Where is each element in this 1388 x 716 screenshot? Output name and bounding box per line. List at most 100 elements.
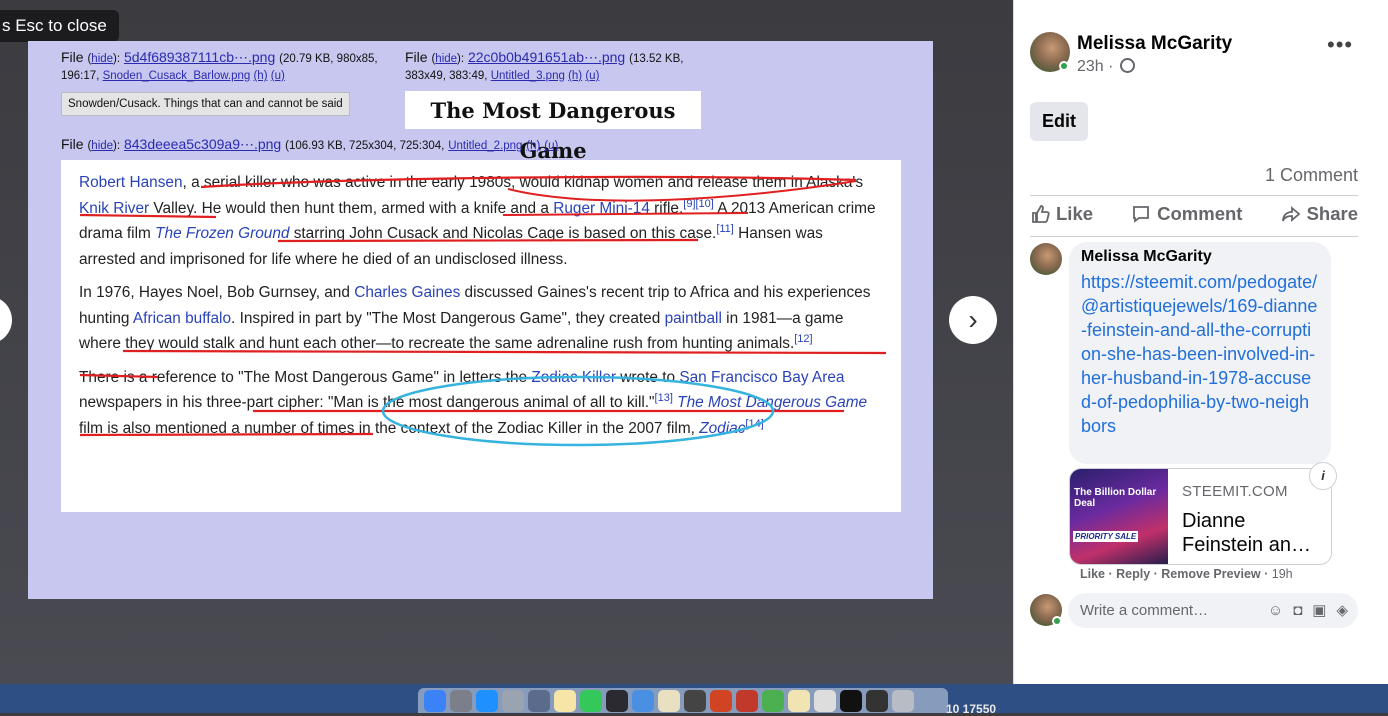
article-link: Zodiac <box>699 419 746 437</box>
emoji-icon[interactable]: ☺ <box>1268 593 1283 628</box>
post-author[interactable]: Melissa McGarity <box>1077 33 1232 55</box>
previous-photo-button[interactable]: ‹ <box>0 296 12 344</box>
divider <box>1030 236 1358 237</box>
file-line-2: File (hide): 22c0b0b491651ab⋯.png (13.52… <box>405 49 684 65</box>
notes-icon[interactable] <box>554 689 576 712</box>
sticker-icon[interactable]: ◈ <box>1336 593 1348 628</box>
article-link: Ruger Mini-14 <box>553 199 650 217</box>
article-text: In 1976, Hayes Noel, Bob Gurnsey, and <box>79 284 355 301</box>
comment-bubble: Melissa McGarity https://steemit.com/ped… <box>1069 242 1331 464</box>
article-text: . Inspired in part by "The Most Dangerou… <box>231 309 665 327</box>
comment-meta: Like · Reply · Remove Preview · 19h <box>1080 567 1293 581</box>
trash-icon[interactable] <box>892 689 914 712</box>
comment-like-link[interactable]: Like <box>1080 567 1105 581</box>
messages-icon[interactable] <box>580 689 602 712</box>
hide-link: hide <box>91 140 114 152</box>
citation: [12] <box>794 332 813 345</box>
edit-button[interactable]: Edit <box>1030 102 1088 141</box>
finder-icon[interactable] <box>424 689 446 712</box>
display-icon[interactable] <box>866 689 888 712</box>
comment-author[interactable]: Melissa McGarity <box>1081 247 1319 267</box>
file-label: File <box>61 136 84 152</box>
post-actions: Like Comment Share <box>1030 203 1358 225</box>
chat-icon[interactable] <box>632 689 654 712</box>
online-status-dot <box>1052 616 1062 626</box>
photo-image: File (hide): 5d4f689387111cb⋯.png (20.79… <box>28 41 933 599</box>
citation: [14] <box>745 417 764 430</box>
like-button[interactable]: Like <box>1030 203 1093 225</box>
grapher-icon[interactable] <box>814 689 836 712</box>
chevron-right-icon: › <box>968 304 978 335</box>
comment-label: Comment <box>1157 203 1243 224</box>
share-icon <box>1281 206 1300 222</box>
thumbs-up-icon <box>1032 205 1050 223</box>
file-line-1: File (hide): 5d4f689387111cb⋯.png (20.79… <box>61 49 378 65</box>
comment-button[interactable]: Comment <box>1131 203 1242 225</box>
photo-viewer: s Esc to close File (hide): 5d4f68938711… <box>0 0 1013 684</box>
original-file-link: Untitled_2.png <box>448 140 523 152</box>
link-preview-card[interactable]: The Billion Dollar Deal PRIORITY SALE ST… <box>1069 468 1332 565</box>
info-icon[interactable]: i <box>1309 462 1337 490</box>
citation: [13] <box>654 391 673 404</box>
u-link: (u) <box>585 70 600 82</box>
post-time: 23h · <box>1077 58 1114 75</box>
file-line-1b: 196:17, Snoden_Cusack_Barlow.png (h) (u) <box>61 70 285 82</box>
camera-icon[interactable]: ◘ <box>1293 593 1302 628</box>
original-file-link: Snoden_Cusack_Barlow.png <box>102 70 251 82</box>
launchpad-icon[interactable] <box>450 689 472 712</box>
comment-time[interactable]: 19h <box>1272 567 1293 581</box>
more-options-button[interactable]: ••• <box>1327 32 1353 58</box>
comment-icon <box>1133 206 1150 223</box>
citation: [9][10] <box>683 197 714 210</box>
h-link: (h) <box>253 70 268 82</box>
image-caption: Snowden/Cusack. Things that can and cann… <box>61 92 350 116</box>
file-name-link: 843deeea5c309a9⋯.png <box>123 136 282 152</box>
h-link: (h) <box>526 140 541 152</box>
article-link: African buffalo <box>132 309 232 327</box>
quicktime-icon[interactable] <box>606 689 628 712</box>
app-dock <box>418 688 948 713</box>
chrome-icon[interactable] <box>762 689 784 712</box>
comment-input[interactable]: Write a comment… ☺ ◘ ▣ ◈ <box>1068 593 1358 628</box>
remove-preview-link[interactable]: Remove Preview <box>1161 567 1260 581</box>
hide-link: hide <box>91 53 114 65</box>
article-paragraph: In 1976, Hayes Noel, Bob Gurnsey, and Ch… <box>79 280 883 357</box>
article-link: The Most Dangerous Game <box>677 394 868 411</box>
share-label: Share <box>1306 203 1358 224</box>
article-link: Charles Gaines <box>354 284 461 301</box>
system-prefs-icon[interactable] <box>684 689 706 712</box>
share-button[interactable]: Share <box>1281 203 1358 225</box>
powerpoint-icon[interactable] <box>710 689 732 712</box>
terminal-icon[interactable] <box>840 689 862 712</box>
safari-icon[interactable] <box>476 689 498 712</box>
composer-icons: ☺ ◘ ▣ ◈ <box>1268 593 1348 628</box>
h-link: (h) <box>568 70 583 82</box>
file-meta: (106.93 KB, 725x304, 725:304, <box>285 140 445 152</box>
preview-icon[interactable] <box>528 689 550 712</box>
post-timestamp[interactable]: 23h · <box>1077 58 1135 76</box>
pages-icon[interactable] <box>788 689 810 712</box>
textedit-icon[interactable] <box>658 689 680 712</box>
esc-tooltip: s Esc to close <box>0 10 119 42</box>
file-name-link: 22c0b0b491651ab⋯.png <box>467 49 626 65</box>
article-link: San Francisco Bay Area <box>679 368 845 386</box>
file-meta: 383x49, 383:49, <box>405 70 488 82</box>
comment-count[interactable]: 1 Comment <box>1265 165 1358 186</box>
thumbnail-tag: PRIORITY SALE <box>1073 531 1139 542</box>
comment-link[interactable]: https://steemit.com/pedogate/@artistique… <box>1081 270 1319 438</box>
article-text: starring John Cusack and Nicolas Cage is… <box>289 225 717 242</box>
article-link: paintball <box>664 309 722 327</box>
photo-booth-icon[interactable] <box>736 689 758 712</box>
article-text: newspapers in his three-part cipher: "Ma… <box>79 394 655 411</box>
file-meta: 196:17, <box>61 70 100 82</box>
help-icon[interactable] <box>502 689 524 712</box>
commenter-avatar[interactable] <box>1030 243 1062 275</box>
article-link: Zodiac Killer <box>531 368 617 386</box>
article-text: wrote to <box>616 368 680 386</box>
comment-reply-link[interactable]: Reply <box>1116 567 1150 581</box>
hide-link: hide <box>435 53 458 65</box>
next-photo-button[interactable]: › <box>949 296 997 344</box>
file-name-link: 5d4f689387111cb⋯.png <box>123 49 276 65</box>
original-file-link: Untitled_3.png <box>490 70 565 82</box>
gif-icon[interactable]: ▣ <box>1312 593 1326 628</box>
